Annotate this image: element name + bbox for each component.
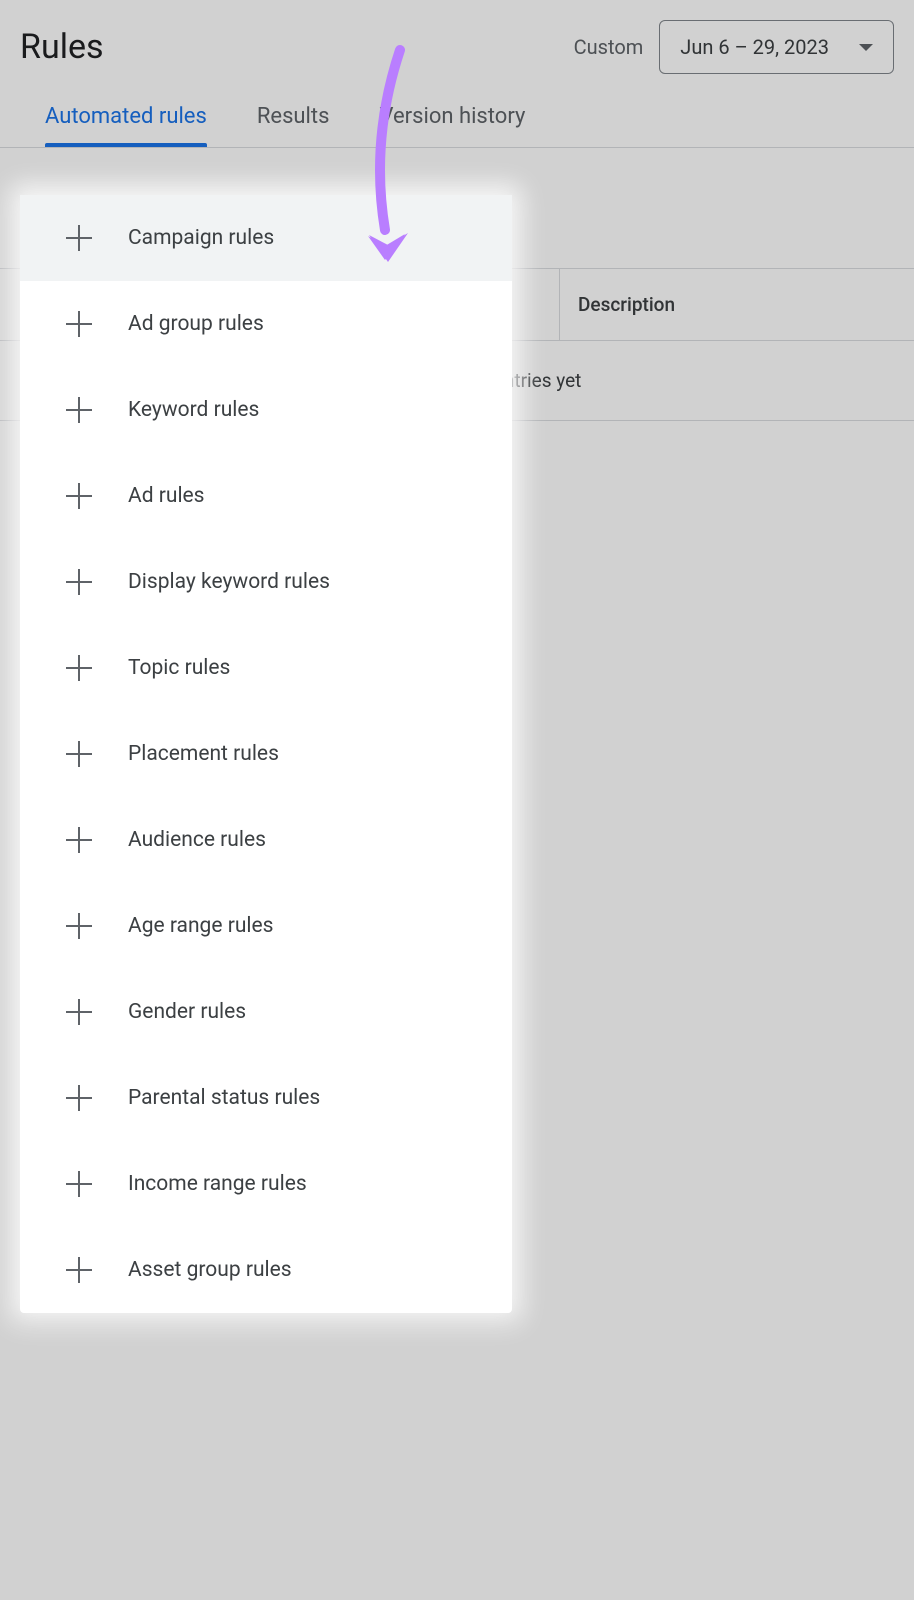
menu-item-age-range-rules[interactable]: Age range rules (20, 883, 512, 969)
menu-item-label: Income range rules (128, 1172, 307, 1196)
plus-icon (66, 569, 92, 595)
plus-icon (66, 999, 92, 1025)
menu-item-label: Gender rules (128, 1000, 246, 1024)
plus-icon (66, 741, 92, 767)
page-title: Rules (20, 27, 104, 67)
menu-item-label: Topic rules (128, 656, 230, 680)
menu-item-gender-rules[interactable]: Gender rules (20, 969, 512, 1055)
menu-item-keyword-rules[interactable]: Keyword rules (20, 367, 512, 453)
plus-icon (66, 913, 92, 939)
menu-item-label: Placement rules (128, 742, 279, 766)
tab-automated-rules[interactable]: Automated rules (45, 104, 207, 147)
menu-item-label: Display keyword rules (128, 570, 330, 594)
plus-icon (66, 655, 92, 681)
plus-icon (66, 1171, 92, 1197)
menu-item-label: Ad rules (128, 484, 205, 508)
menu-item-parental-status-rules[interactable]: Parental status rules (20, 1055, 512, 1141)
menu-item-label: Audience rules (128, 828, 266, 852)
tabs-bar: Automated rules Results Version history (0, 84, 914, 148)
menu-item-ad-group-rules[interactable]: Ad group rules (20, 281, 512, 367)
menu-item-label: Asset group rules (128, 1258, 292, 1282)
plus-icon (66, 1257, 92, 1283)
menu-item-audience-rules[interactable]: Audience rules (20, 797, 512, 883)
menu-item-ad-rules[interactable]: Ad rules (20, 453, 512, 539)
menu-item-asset-group-rules[interactable]: Asset group rules (20, 1227, 512, 1313)
table-header-cell-description: Description (560, 269, 914, 340)
date-range-label: Custom (574, 35, 644, 59)
page-header: Rules Custom Jun 6 – 29, 2023 (0, 0, 914, 84)
date-range-value: Jun 6 – 29, 2023 (680, 35, 829, 59)
chevron-down-icon (859, 44, 873, 51)
menu-item-topic-rules[interactable]: Topic rules (20, 625, 512, 711)
menu-item-campaign-rules[interactable]: Campaign rules (20, 195, 512, 281)
menu-item-label: Age range rules (128, 914, 273, 938)
menu-item-label: Parental status rules (128, 1086, 320, 1110)
date-range-picker[interactable]: Jun 6 – 29, 2023 (659, 20, 894, 74)
menu-item-display-keyword-rules[interactable]: Display keyword rules (20, 539, 512, 625)
menu-item-label: Keyword rules (128, 398, 259, 422)
menu-item-placement-rules[interactable]: Placement rules (20, 711, 512, 797)
menu-item-income-range-rules[interactable]: Income range rules (20, 1141, 512, 1227)
menu-item-label: Campaign rules (128, 226, 274, 250)
rule-type-menu: Campaign rules Ad group rules Keyword ru… (20, 195, 512, 1313)
menu-item-label: Ad group rules (128, 312, 264, 336)
plus-icon (66, 1085, 92, 1111)
plus-icon (66, 225, 92, 251)
plus-icon (66, 483, 92, 509)
date-range-area: Custom Jun 6 – 29, 2023 (574, 20, 894, 74)
plus-icon (66, 397, 92, 423)
tab-results[interactable]: Results (257, 104, 330, 147)
plus-icon (66, 827, 92, 853)
tab-version-history[interactable]: Version history (379, 104, 525, 147)
plus-icon (66, 311, 92, 337)
